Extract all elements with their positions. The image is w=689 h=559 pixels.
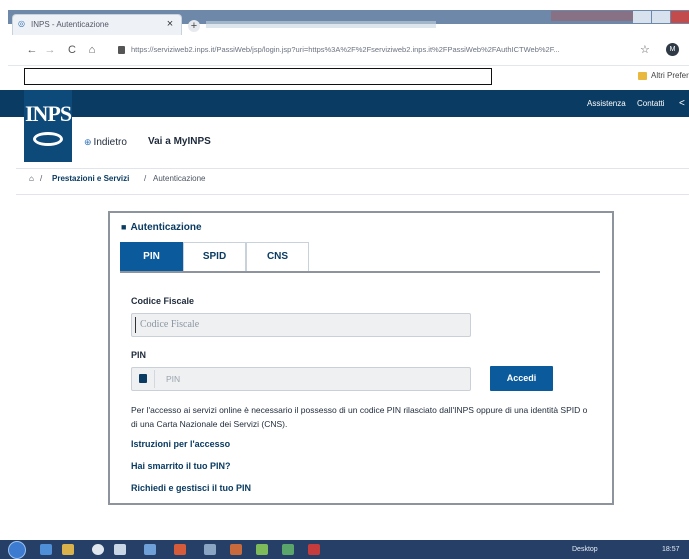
titlebar-blur [551,11,643,21]
app-icon[interactable] [308,544,320,555]
myinps-link[interactable]: Vai a MyINPS [148,135,224,149]
explorer-icon[interactable] [40,544,52,555]
tab-spid[interactable]: SPID [183,242,246,272]
chrome-icon[interactable] [92,544,104,555]
app-icon[interactable] [174,544,186,555]
home-icon[interactable]: ⌂ [29,173,39,185]
info-text: Per l'accesso ai servizi online è necess… [131,405,588,429]
breadcrumb-current: Autenticazione [153,174,206,183]
back-icon[interactable]: ← [26,44,38,56]
maximize-button[interactable] [652,11,670,23]
folder-icon[interactable] [62,544,74,555]
app-icon[interactable] [144,544,156,555]
cf-label: Codice Fiscale [131,296,195,306]
redacted-box [24,68,492,85]
new-tab-button[interactable]: + [188,20,200,32]
start-button[interactable] [8,541,26,559]
forward-icon[interactable]: → [44,44,56,56]
nav-assistenza[interactable]: Assistenza [587,98,631,110]
site-header [0,90,689,117]
breadcrumb-prestazioni[interactable]: Prestazioni e Servizi [52,173,142,185]
text-cursor [135,317,136,333]
breadcrumb-sep: / [40,174,43,183]
codice-fiscale-input[interactable]: Codice Fiscale [131,313,471,337]
tabstrip-blur [206,21,436,28]
divider [16,168,689,169]
tab-pin[interactable]: PIN [120,242,183,272]
panel-title-text: Autenticazione [130,222,202,233]
divider [16,194,689,195]
lock-icon [139,374,147,383]
logo-text: INPS [24,101,72,126]
close-window-button[interactable] [671,11,689,23]
folder-icon [638,72,647,80]
reload-icon[interactable]: C [66,44,78,56]
tab-title: INPS - Autenticazione [31,20,109,29]
link-pin-smarrito[interactable]: Hai smarrito il tuo PIN? [131,460,281,473]
accedi-button[interactable]: Accedi [490,366,553,391]
app-icon[interactable] [256,544,268,555]
logo-wave-icon [33,132,63,146]
back-link-label: Indietro [93,137,127,148]
tab-favicon-icon: ◎ [18,19,25,28]
panel-title: ■ Autenticazione [121,220,231,234]
browser-tab[interactable]: INPS - Autenticazione [12,14,182,35]
nav-contatti[interactable]: Contatti [637,98,671,110]
app-icon[interactable] [282,544,294,555]
minimize-button[interactable] [633,11,651,23]
home-icon[interactable]: ⌂ [86,44,98,56]
app-icon[interactable] [204,544,216,555]
tab-underline [120,271,600,273]
star-icon[interactable]: ☆ [640,44,652,56]
circle-arrow-icon: ⊕ [84,137,92,147]
lock-icon [118,46,125,54]
user-icon: ■ [121,222,127,232]
app-icon[interactable] [230,544,242,555]
address-bar[interactable]: https://serviziweb2.inps.it/PassiWeb/jsp… [131,39,631,61]
link-istruzioni[interactable]: Istruzioni per l'accesso [131,438,281,451]
pin-placeholder: PIN [166,374,181,384]
clock[interactable]: 18:57 [662,544,686,556]
app-icon[interactable] [114,544,126,555]
tab-cns[interactable]: CNS [246,242,309,272]
link-richiedi-pin[interactable]: Richiedi e gestisci il tuo PIN [131,482,311,495]
tab-close-icon[interactable]: × [164,14,176,35]
pin-label: PIN [131,350,147,360]
bookmark-other[interactable]: Altri Preferiti [651,70,689,82]
back-link[interactable]: ⊕ Indietro [84,135,140,149]
share-icon[interactable]: < [679,98,689,110]
profile-avatar[interactable]: M [666,43,679,56]
desktop-toolbar[interactable]: Desktop [572,544,616,556]
input-divider [154,370,155,388]
